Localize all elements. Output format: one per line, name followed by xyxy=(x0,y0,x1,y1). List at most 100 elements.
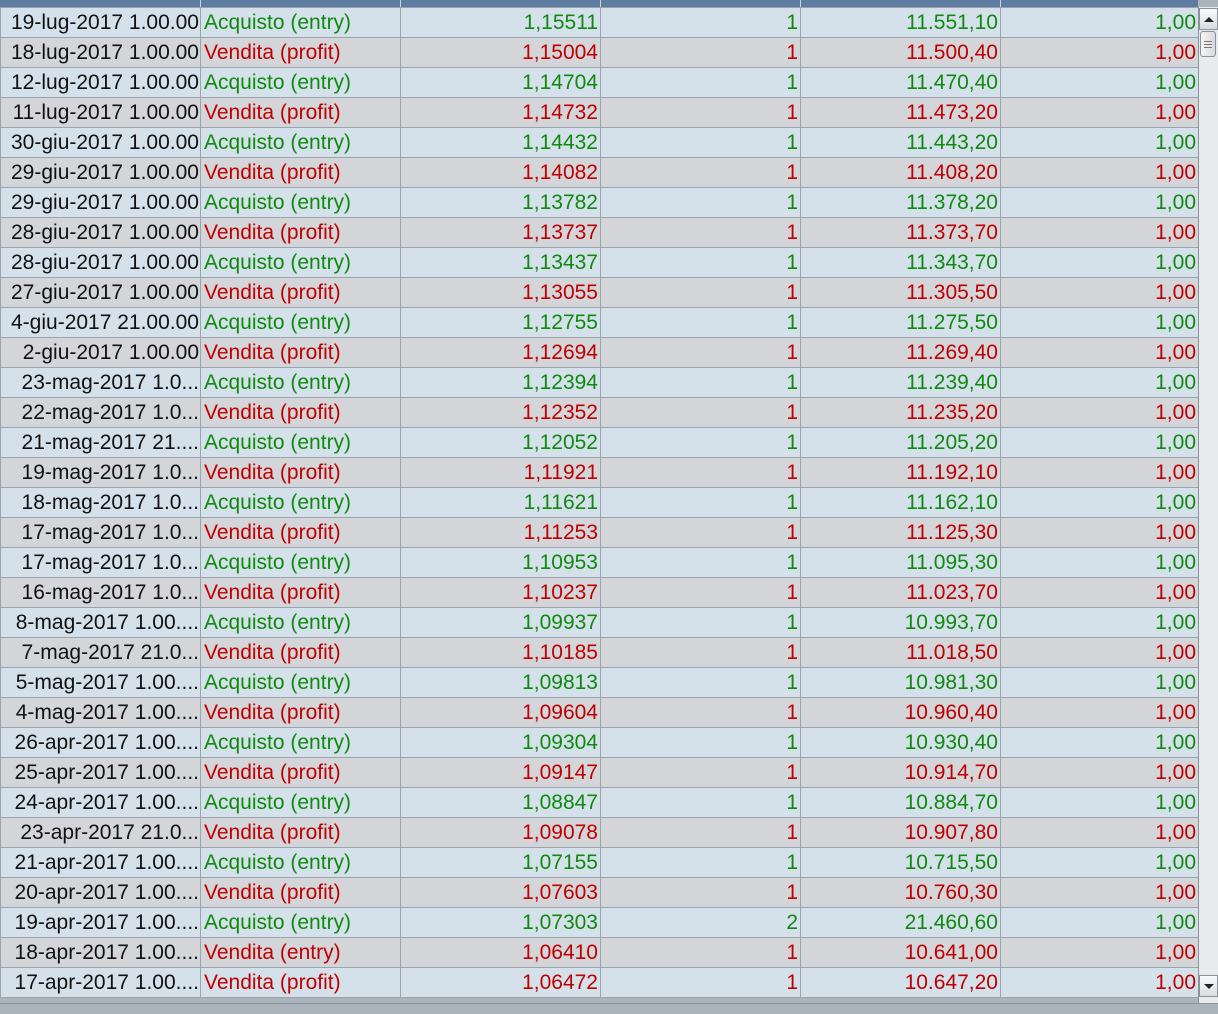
table-row[interactable]: 21-mag-2017 21.... Acquisto (entry) 1,1205… xyxy=(0,427,1198,458)
cell-type: Vendita (profit) xyxy=(200,397,401,428)
cell-commission: 1,00 xyxy=(1000,637,1198,668)
cell-date: 22-mag-2017 1.0... xyxy=(0,397,201,428)
table-row[interactable]: 5-mag-2017 1.00.... Acquisto (entry) 1,098… xyxy=(0,667,1198,698)
table-row[interactable]: 29-giu-2017 1.00.00 Acquisto (entry) 1,137… xyxy=(0,187,1198,218)
vertical-scrollbar[interactable] xyxy=(1198,7,1218,1003)
table-row[interactable]: 25-apr-2017 1.00.... Vendita (profit) 1,09… xyxy=(0,757,1198,788)
cell-price: 1,15004 xyxy=(400,37,601,68)
table-row[interactable]: 29-giu-2017 1.00.00 Vendita (profit) 1,140… xyxy=(0,157,1198,188)
cell-type: Acquisto (entry) xyxy=(200,847,401,878)
table-row[interactable]: 27-giu-2017 1.00.00 Vendita (profit) 1,130… xyxy=(0,277,1198,308)
table-row[interactable]: 23-mag-2017 1.0... Acquisto (entry) 1,1239… xyxy=(0,367,1198,398)
scroll-up-button[interactable] xyxy=(1199,8,1218,30)
table-row[interactable]: 18-lug-2017 1.00.00 Vendita (profit) 1,150… xyxy=(0,37,1198,68)
cell-commission: 1,00 xyxy=(1000,457,1198,488)
cell-commission: 1,00 xyxy=(1000,397,1198,428)
cell-commission: 1,00 xyxy=(1000,337,1198,368)
cell-price: 1,13055 xyxy=(400,277,601,308)
cell-value: 11.275,50 xyxy=(800,307,1001,338)
trade-list-window: 19-lug-2017 1.00.00 Acquisto (entry) 1,155… xyxy=(0,0,1218,1014)
table-row[interactable]: 28-giu-2017 1.00.00 Vendita (profit) 1,137… xyxy=(0,217,1198,248)
cell-value: 11.239,40 xyxy=(800,367,1001,398)
table-row[interactable]: 20-apr-2017 1.00.... Vendita (profit) 1,07… xyxy=(0,877,1198,908)
cell-quantity: 1 xyxy=(600,427,801,458)
cell-type: Vendita (entry) xyxy=(200,937,401,968)
cell-price: 1,06410 xyxy=(400,937,601,968)
cell-type: Acquisto (entry) xyxy=(200,427,401,458)
cell-price: 1,07303 xyxy=(400,907,601,938)
cell-quantity: 1 xyxy=(600,517,801,548)
cell-type: Vendita (profit) xyxy=(200,277,401,308)
table-row[interactable]: 18-apr-2017 1.00.... Vendita (entry) 1,064… xyxy=(0,937,1198,968)
cell-value: 11.235,20 xyxy=(800,397,1001,428)
table-row[interactable]: 30-giu-2017 1.00.00 Acquisto (entry) 1,144… xyxy=(0,127,1198,158)
table-row[interactable]: 8-mag-2017 1.00.... Acquisto (entry) 1,099… xyxy=(0,607,1198,638)
cell-date: 2-giu-2017 1.00.00 xyxy=(0,337,201,368)
table-row[interactable]: 17-apr-2017 1.00.... Vendita (profit) 1,06… xyxy=(0,967,1198,998)
table-row[interactable]: 4-giu-2017 21.00.00 Acquisto (entry) 1,127… xyxy=(0,307,1198,338)
table-row[interactable]: 17-mag-2017 1.0... Vendita (profit) 1,1125… xyxy=(0,517,1198,548)
table-row[interactable]: 22-mag-2017 1.0... Vendita (profit) 1,1235… xyxy=(0,397,1198,428)
cell-quantity: 1 xyxy=(600,787,801,818)
cell-type: Acquisto (entry) xyxy=(200,187,401,218)
cell-date: 17-mag-2017 1.0... xyxy=(0,517,201,548)
scroll-down-button[interactable] xyxy=(1199,975,1218,997)
cell-date: 27-giu-2017 1.00.00 xyxy=(0,277,201,308)
table-row[interactable]: 28-giu-2017 1.00.00 Acquisto (entry) 1,134… xyxy=(0,247,1198,278)
cell-value: 11.095,30 xyxy=(800,547,1001,578)
table-row[interactable]: 21-apr-2017 1.00.... Acquisto (entry) 1,07… xyxy=(0,847,1198,878)
cell-commission: 1,00 xyxy=(1000,247,1198,278)
cell-commission: 1,00 xyxy=(1000,37,1198,68)
cell-date: 12-lug-2017 1.00.00 xyxy=(0,67,201,98)
cell-date: 23-mag-2017 1.0... xyxy=(0,367,201,398)
cell-price: 1,12352 xyxy=(400,397,601,428)
table-row[interactable]: 4-mag-2017 1.00.... Vendita (profit) 1,096… xyxy=(0,697,1198,728)
cell-date: 23-apr-2017 21.0... xyxy=(0,817,201,848)
cell-value: 11.205,20 xyxy=(800,427,1001,458)
cell-type: Acquisto (entry) xyxy=(200,667,401,698)
cell-date: 30-giu-2017 1.00.00 xyxy=(0,127,201,158)
cell-type: Vendita (profit) xyxy=(200,697,401,728)
cell-type: Acquisto (entry) xyxy=(200,127,401,158)
cell-value: 11.551,10 xyxy=(800,7,1001,38)
cell-quantity: 1 xyxy=(600,397,801,428)
table-row[interactable]: 19-apr-2017 1.00.... Acquisto (entry) 1,07… xyxy=(0,907,1198,938)
table-row[interactable]: 11-lug-2017 1.00.00 Vendita (profit) 1,147… xyxy=(0,97,1198,128)
cell-type: Acquisto (entry) xyxy=(200,307,401,338)
table-row[interactable]: 17-mag-2017 1.0... Acquisto (entry) 1,1095… xyxy=(0,547,1198,578)
cell-type: Acquisto (entry) xyxy=(200,367,401,398)
table-row[interactable]: 12-lug-2017 1.00.00 Acquisto (entry) 1,147… xyxy=(0,67,1198,98)
table-row[interactable]: 19-mag-2017 1.0... Vendita (profit) 1,1192… xyxy=(0,457,1198,488)
cell-quantity: 1 xyxy=(600,247,801,278)
table-row[interactable]: 26-apr-2017 1.00.... Acquisto (entry) 1,09… xyxy=(0,727,1198,758)
table-row[interactable]: 23-apr-2017 21.0... Vendita (profit) 1,090… xyxy=(0,817,1198,848)
cell-type: Acquisto (entry) xyxy=(200,247,401,278)
table-row[interactable]: 7-mag-2017 21.0... Vendita (profit) 1,1018… xyxy=(0,637,1198,668)
cell-quantity: 1 xyxy=(600,847,801,878)
cell-type: Vendita (profit) xyxy=(200,157,401,188)
cell-date: 19-lug-2017 1.00.00 xyxy=(0,7,201,38)
table-row[interactable]: 19-lug-2017 1.00.00 Acquisto (entry) 1,155… xyxy=(0,7,1198,38)
cell-value: 10.907,80 xyxy=(800,817,1001,848)
cell-commission: 1,00 xyxy=(1000,277,1198,308)
cell-price: 1,06472 xyxy=(400,967,601,998)
cell-price: 1,09304 xyxy=(400,727,601,758)
table-row[interactable]: 16-mag-2017 1.0... Vendita (profit) 1,1023… xyxy=(0,577,1198,608)
table-row[interactable]: 2-giu-2017 1.00.00 Vendita (profit) 1,1269… xyxy=(0,337,1198,368)
cell-quantity: 1 xyxy=(600,457,801,488)
cell-price: 1,07603 xyxy=(400,877,601,908)
cell-commission: 1,00 xyxy=(1000,517,1198,548)
cell-price: 1,12394 xyxy=(400,367,601,398)
cell-date: 11-lug-2017 1.00.00 xyxy=(0,97,201,128)
cell-price: 1,10185 xyxy=(400,637,601,668)
cell-date: 24-apr-2017 1.00.... xyxy=(0,787,201,818)
scroll-thumb[interactable] xyxy=(1200,31,1216,57)
table-row[interactable]: 18-mag-2017 1.0... Acquisto (entry) 1,1162… xyxy=(0,487,1198,518)
cell-commission: 1,00 xyxy=(1000,667,1198,698)
cell-price: 1,10953 xyxy=(400,547,601,578)
cell-price: 1,12755 xyxy=(400,307,601,338)
table-row[interactable]: 24-apr-2017 1.00.... Acquisto (entry) 1,08… xyxy=(0,787,1198,818)
cell-quantity: 1 xyxy=(600,937,801,968)
cell-price: 1,11921 xyxy=(400,457,601,488)
cell-value: 10.760,30 xyxy=(800,877,1001,908)
